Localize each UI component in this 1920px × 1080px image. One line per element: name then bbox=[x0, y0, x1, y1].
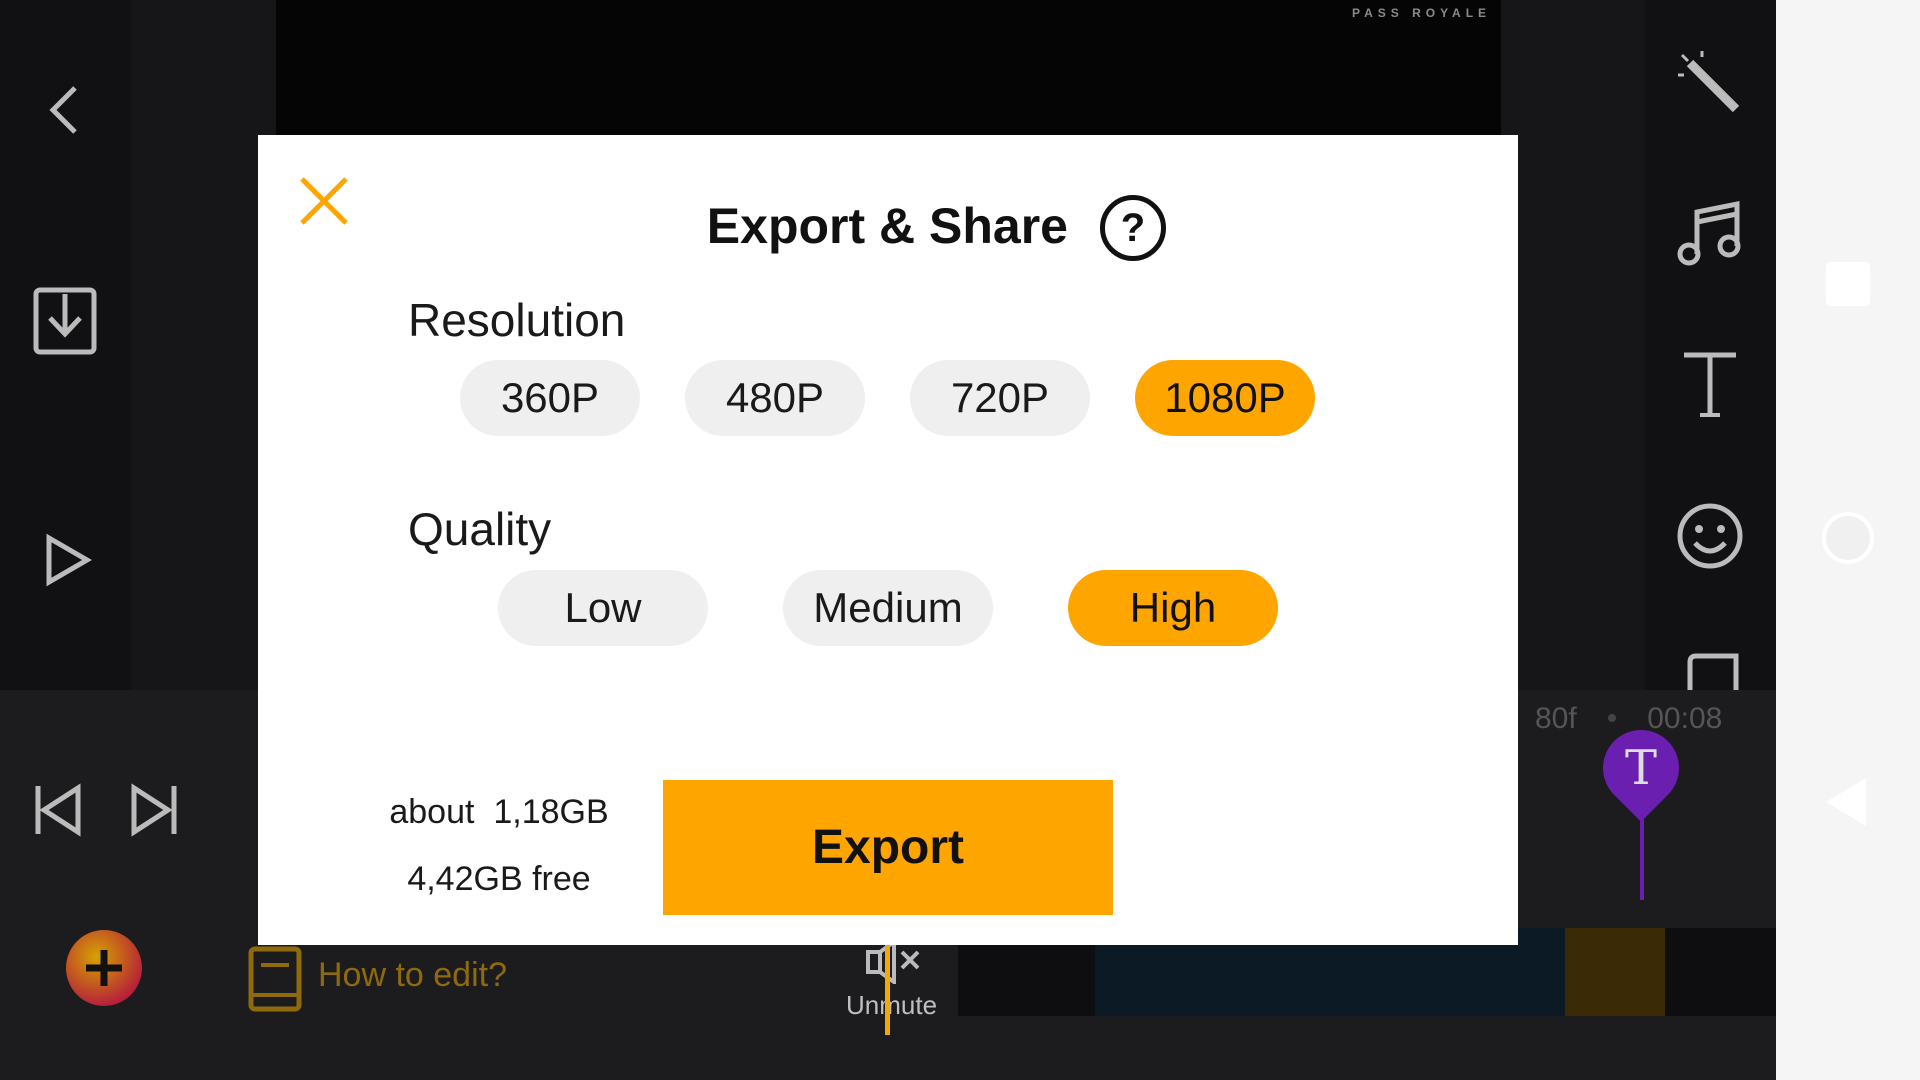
download-icon[interactable] bbox=[30, 286, 100, 356]
crop-tool-icon[interactable] bbox=[1684, 652, 1740, 690]
magic-wand-icon[interactable] bbox=[1672, 45, 1748, 121]
export-share-dialog: Export & Share ? Resolution 360P 480P 72… bbox=[258, 135, 1518, 945]
quality-label: Quality bbox=[408, 503, 552, 555]
play-icon[interactable] bbox=[40, 530, 96, 590]
transition-marker[interactable] bbox=[1565, 928, 1665, 1016]
resolution-option-1080p[interactable]: 1080P bbox=[1135, 360, 1315, 436]
text-icon[interactable] bbox=[1672, 346, 1748, 422]
mute-speaker-icon[interactable] bbox=[866, 940, 922, 984]
unmute-label[interactable]: Unmute bbox=[846, 990, 937, 1021]
preview-margin-right bbox=[1501, 0, 1645, 690]
quality-option-high[interactable]: High bbox=[1068, 570, 1278, 646]
text-marker-glyph: T bbox=[1624, 740, 1657, 796]
emoji-icon[interactable] bbox=[1672, 498, 1748, 574]
quality-option-medium[interactable]: Medium bbox=[783, 570, 993, 646]
skip-end-icon[interactable] bbox=[126, 780, 182, 840]
timecode-frames: 80f bbox=[1535, 702, 1577, 735]
quality-option-low[interactable]: Low bbox=[498, 570, 708, 646]
home-button[interactable] bbox=[1822, 512, 1874, 564]
book-icon[interactable] bbox=[246, 944, 304, 1014]
resolution-option-360p[interactable]: 360P bbox=[460, 360, 640, 436]
resolution-label: Resolution bbox=[408, 294, 626, 346]
help-icon[interactable]: ? bbox=[1100, 195, 1166, 261]
free-space: 4,42GB free bbox=[407, 860, 591, 898]
resolution-option-480p[interactable]: 480P bbox=[685, 360, 865, 436]
resolution-option-720p[interactable]: 720P bbox=[910, 360, 1090, 436]
playhead[interactable] bbox=[885, 935, 890, 1035]
how-to-edit-link[interactable]: How to edit? bbox=[318, 956, 507, 995]
system-back-button[interactable] bbox=[1826, 778, 1866, 826]
skip-start-icon[interactable] bbox=[30, 780, 86, 840]
back-chevron-icon[interactable] bbox=[40, 80, 90, 140]
dialog-title: Export & Share bbox=[706, 198, 1068, 254]
add-media-button[interactable] bbox=[66, 930, 142, 1006]
recent-apps-button[interactable] bbox=[1826, 262, 1870, 306]
estimated-size: about 1,18GB bbox=[389, 793, 609, 831]
music-note-icon[interactable] bbox=[1672, 195, 1748, 271]
export-button[interactable]: Export bbox=[663, 780, 1113, 915]
preview-watermark: PASS ROYALE bbox=[1352, 6, 1492, 20]
preview-margin-left bbox=[131, 0, 276, 690]
